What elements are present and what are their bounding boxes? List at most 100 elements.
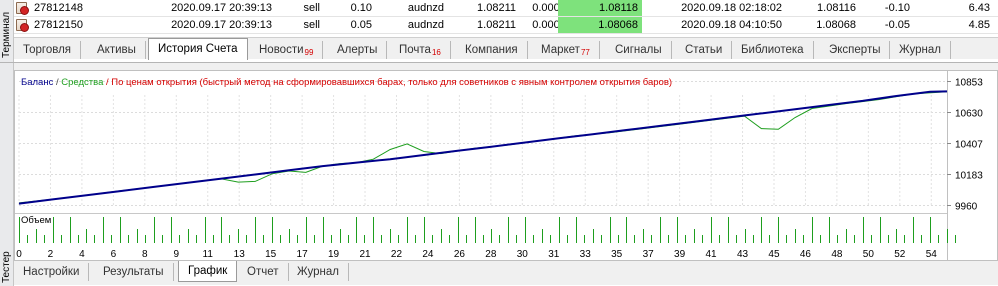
tester-tab-bar: Настройки Результаты График Отчет Журнал — [14, 261, 998, 286]
take-profit: 1.08068 — [558, 17, 642, 33]
x-tick-label: 17 — [297, 249, 309, 260]
order-type: sell — [303, 19, 320, 31]
tab-company[interactable]: Компания — [456, 41, 528, 59]
volume-divider — [15, 213, 947, 214]
tab-account-history[interactable]: История Счета — [148, 38, 248, 60]
tab-report[interactable]: Отчет — [238, 263, 289, 281]
terminal-tab-bar: Торговля Активы История Счета Новости99 … — [14, 37, 998, 60]
tester-panel: Тестер Баланс / Средства / По ценам откр… — [0, 62, 998, 286]
balance-line — [18, 90, 948, 205]
close-time: 2020.09.18 04:10:50 — [681, 19, 782, 31]
x-tick-label: 30 — [517, 249, 529, 260]
x-tick-label: 21 — [359, 249, 371, 260]
x-axis: 0 2 4 6 8 9 11 13 15 17 19 21 22 24 26 28 30 31 33 35 37 39 41… — [16, 249, 937, 260]
symbol: audnzd — [407, 2, 444, 14]
symbol: audnzd — [407, 19, 444, 31]
tab-alerts[interactable]: Алерты — [328, 41, 388, 59]
legend-separator: / — [53, 77, 61, 88]
x-tick-label: 13 — [234, 249, 246, 260]
x-tick-label: 28 — [485, 249, 497, 260]
x-tick-label: 22 — [391, 249, 403, 260]
close-price: 1.08116 — [817, 2, 856, 14]
x-tick-label: 33 — [580, 249, 592, 260]
history-row[interactable]: 27812150 2020.09.17 20:39:13 sell 0.05 a… — [14, 17, 998, 34]
tab-journal[interactable]: Журнал — [890, 41, 951, 59]
tab-settings[interactable]: Настройки — [14, 263, 90, 281]
x-tick-label: 9 — [174, 249, 180, 260]
tab-code-base[interactable]: Библиотека — [732, 41, 814, 59]
legend-balance: Баланс — [21, 77, 54, 88]
x-tick-label: 24 — [422, 249, 434, 260]
tab-experts[interactable]: Эксперты — [820, 41, 891, 59]
volume-bars — [19, 217, 956, 243]
terminal-side-tab[interactable]: Терминал — [0, 0, 14, 62]
x-tick-label: 39 — [674, 249, 686, 260]
close-price: 1.08068 — [816, 19, 856, 31]
y-axis: 10853 10630 10407 10183 9960 — [947, 78, 983, 213]
volume-label: Объем — [21, 215, 51, 226]
y-tick-label: 10183 — [955, 171, 983, 182]
terminal-panel: Терминал 27812148 2020.09.17 20:39:13 se… — [0, 0, 998, 62]
terminal-side-label: Терминал — [1, 11, 12, 58]
x-tick-label: 4 — [79, 249, 85, 260]
tab-market[interactable]: Маркет77 — [532, 41, 600, 59]
chart-grid — [18, 71, 948, 260]
y-tick-label: 10853 — [955, 78, 983, 89]
ticket: 27812150 — [34, 19, 83, 31]
ticket: 27812148 — [34, 2, 83, 14]
x-tick-label: 45 — [768, 249, 780, 260]
sell-order-icon — [16, 2, 29, 15]
swap: -0.05 — [884, 19, 910, 31]
x-tick-label: 35 — [611, 249, 623, 260]
tester-side-tab[interactable]: Тестер — [0, 63, 14, 286]
tab-tester-journal[interactable]: Журнал — [288, 263, 349, 281]
order-type: sell — [303, 2, 320, 14]
x-tick-label: 52 — [894, 249, 906, 260]
x-tick-label: 50 — [863, 249, 875, 260]
x-tick-label: 54 — [926, 249, 938, 260]
close-time: 2020.09.18 02:18:02 — [681, 2, 782, 14]
tab-articles[interactable]: Статьи — [676, 41, 733, 59]
tester-side-label: Тестер — [1, 251, 12, 283]
mail-badge: 16 — [431, 48, 441, 57]
balance-chart[interactable]: Баланс / Средства / По ценам открытия (б… — [14, 70, 998, 261]
open-price: 1.08211 — [477, 2, 516, 14]
x-tick-label: 19 — [328, 249, 340, 260]
y-tick-label: 9960 — [955, 202, 978, 213]
x-tick-label: 48 — [831, 249, 843, 260]
history-row[interactable]: 27812148 2020.09.17 20:39:13 sell 0.10 a… — [14, 0, 998, 17]
x-tick-label: 0 — [16, 249, 22, 260]
volume: 0.10 — [350, 2, 372, 14]
x-tick-label: 15 — [265, 249, 277, 260]
x-tick-label: 31 — [548, 249, 560, 260]
x-tick-label: 2 — [48, 249, 54, 260]
tab-exposure[interactable]: Активы — [88, 41, 146, 59]
x-tick-label: 8 — [142, 249, 148, 260]
x-tick-label: 46 — [800, 249, 812, 260]
profit: 4.85 — [968, 19, 990, 31]
x-tick-label: 41 — [706, 249, 718, 260]
y-tick-label: 10630 — [955, 109, 983, 120]
legend-note: / По ценам открытия (быстрый метод на сф… — [103, 77, 672, 88]
x-tick-label: 26 — [454, 249, 466, 260]
x-tick-label: 43 — [737, 249, 749, 260]
x-tick-label: 37 — [643, 249, 655, 260]
tab-signals[interactable]: Сигналы — [606, 41, 672, 59]
open-price: 1.08211 — [477, 19, 516, 31]
tab-graph[interactable]: График — [178, 261, 238, 282]
take-profit: 1.08118 — [558, 0, 642, 16]
tab-mailbox[interactable]: Почта16 — [390, 41, 451, 59]
tab-trade[interactable]: Торговля — [14, 41, 82, 59]
chart-legend: Баланс / Средства / По ценам открытия (б… — [21, 77, 672, 88]
open-time: 2020.09.17 20:39:13 — [171, 19, 272, 31]
news-badge: 99 — [304, 48, 314, 57]
chart-svg: Баланс / Средства / По ценам открытия (б… — [15, 71, 983, 260]
swap: -0.10 — [884, 2, 910, 14]
open-time: 2020.09.17 20:39:13 — [171, 2, 272, 14]
volume: 0.05 — [350, 19, 372, 31]
legend-equity: Средства — [61, 77, 104, 88]
profit: 6.43 — [968, 2, 990, 14]
x-tick-label: 11 — [203, 249, 214, 260]
tab-news[interactable]: Новости99 — [250, 41, 324, 59]
tab-results[interactable]: Результаты — [94, 263, 174, 281]
